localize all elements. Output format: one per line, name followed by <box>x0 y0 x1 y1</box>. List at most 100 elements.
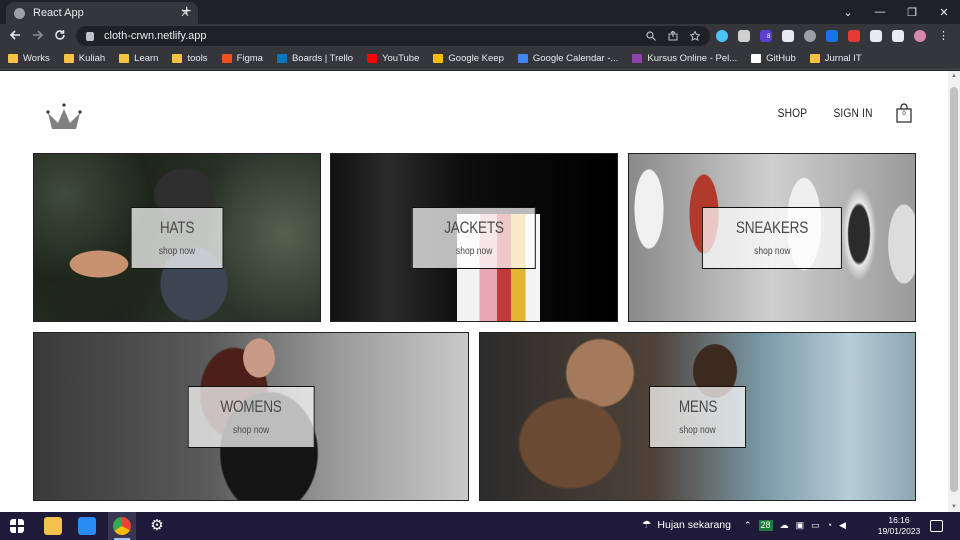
category-tile-jackets[interactable]: JACKETS shop now <box>330 153 618 322</box>
bookmark-label: Works <box>23 53 50 64</box>
bookmark-item[interactable]: Works <box>8 53 50 64</box>
extension-react-icon[interactable] <box>716 30 728 42</box>
extension-vue-icon[interactable] <box>738 30 750 42</box>
bookmark-item[interactable]: Kuliah <box>63 53 106 64</box>
category-overlay: SNEAKERS shop now <box>701 206 843 269</box>
battery-icon[interactable]: ▭ <box>811 520 820 531</box>
extension-docs-icon[interactable] <box>826 30 838 42</box>
scroll-down-arrow-icon[interactable]: ▼ <box>951 504 957 510</box>
category-tile-mens[interactable]: MENS shop now <box>479 332 916 501</box>
bookmark-item[interactable]: Learn <box>119 53 158 64</box>
bookmark-label: Google Calendar -... <box>532 53 619 64</box>
category-tile-hats[interactable]: HATS shop now <box>33 153 321 322</box>
extension-record-icon[interactable] <box>804 30 816 42</box>
scrollbar-thumb[interactable] <box>950 87 958 492</box>
category-subtitle: shop now <box>679 425 716 436</box>
bookmark-label: Kuliah <box>78 53 106 64</box>
wifi-icon[interactable]: ◔ <box>827 520 832 531</box>
back-arrow-icon[interactable] <box>9 28 21 44</box>
onedrive-cloud-icon[interactable]: ☁ <box>780 520 789 531</box>
browser-tab-strip: React App ✕ + ⌄ — ❐ ✕ <box>0 0 960 24</box>
settings-gear-icon[interactable]: ⚙ <box>148 517 166 535</box>
bookmark-item[interactable]: GitHub <box>751 53 796 64</box>
folder-icon <box>172 54 183 63</box>
youtube-icon <box>367 54 378 63</box>
bookmark-item[interactable]: tools <box>172 53 208 64</box>
bookmark-item[interactable]: Kursus Online - Pel... <box>632 53 737 64</box>
bookmark-star-icon[interactable] <box>690 31 700 41</box>
tray-badge[interactable]: 28 <box>758 520 773 531</box>
address-bar[interactable]: cloth-crwn.netlify.app <box>76 26 710 46</box>
category-subtitle: shop now <box>232 425 270 436</box>
file-explorer-icon[interactable] <box>44 517 62 535</box>
nav-sign-in-link[interactable]: SIGN IN <box>833 106 872 120</box>
bookmark-label: YouTube <box>382 53 420 64</box>
crown-logo[interactable] <box>44 101 84 133</box>
bookmark-label: Google Keep <box>448 53 504 64</box>
bookmark-label: GitHub <box>766 53 796 64</box>
trello-icon <box>276 54 287 63</box>
profile-avatar[interactable] <box>914 30 926 42</box>
new-tab-button[interactable]: + <box>182 3 191 21</box>
category-title: HATS <box>159 218 195 237</box>
category-overlay: MENS shop now <box>648 385 747 448</box>
scroll-up-arrow-icon[interactable]: ▲ <box>951 73 957 79</box>
extensions-puzzle-icon[interactable] <box>870 30 882 42</box>
category-overlay: HATS shop now <box>130 206 224 269</box>
category-tile-womens[interactable]: WOMENS shop now <box>33 332 469 501</box>
restore-button[interactable]: ❐ <box>896 6 928 19</box>
folder-icon <box>809 54 820 63</box>
camera-icon[interactable]: ▣ <box>796 520 805 531</box>
header-nav: SHOP SIGN IN 0 <box>775 103 912 123</box>
figma-icon <box>221 54 232 63</box>
bookmark-item[interactable]: Google Calendar -... <box>517 53 619 64</box>
extension-mm-icon[interactable] <box>848 30 860 42</box>
category-title: WOMENS <box>220 397 282 416</box>
side-panel-icon[interactable] <box>892 30 904 42</box>
notification-icon[interactable] <box>930 520 943 532</box>
browser-tab[interactable]: React App ✕ <box>6 2 198 24</box>
cart-icon[interactable]: 0 <box>896 103 912 123</box>
category-subtitle: shop now <box>753 246 791 257</box>
share-icon[interactable] <box>668 31 678 41</box>
tab-search-icon[interactable]: ⌄ <box>832 6 864 19</box>
extension-window-icon[interactable] <box>782 30 794 42</box>
category-subtitle: shop now <box>158 246 196 257</box>
url-text: cloth-crwn.netlify.app <box>104 30 207 42</box>
category-title: SNEAKERS <box>735 218 809 237</box>
bookmark-label: Boards | Trello <box>291 53 354 64</box>
page-scrollbar[interactable]: ▲ ▼ <box>948 71 960 512</box>
category-subtitle: shop now <box>455 246 493 257</box>
tray-chevron-icon[interactable]: ⌃ <box>744 520 752 531</box>
nav-shop-link[interactable]: SHOP <box>778 106 808 120</box>
clock-date: 19/01/2023 <box>877 526 921 536</box>
kebab-menu-icon[interactable]: ⋮ <box>938 30 949 42</box>
chrome-icon[interactable] <box>113 517 131 535</box>
system-tray: ⌃ 28 ☁ ▣ ▭ ◔ ◀ <box>744 520 846 531</box>
cart-count: 0 <box>902 111 906 117</box>
window-controls: ⌄ — ❐ ✕ <box>832 0 960 24</box>
bookmark-label: tools <box>187 53 208 64</box>
weather-widget[interactable]: ☂ Hujan sekarang <box>642 519 731 531</box>
bookmark-item[interactable]: Boards | Trello <box>276 53 354 64</box>
vscode-icon[interactable] <box>78 517 96 535</box>
forward-arrow-icon[interactable] <box>32 28 44 44</box>
reload-icon[interactable] <box>54 28 66 44</box>
close-window-button[interactable]: ✕ <box>928 6 960 19</box>
volume-icon[interactable]: ◀ <box>839 520 846 531</box>
clock-time: 16:16 <box>888 515 910 525</box>
bookmark-item[interactable]: Google Keep <box>433 53 504 64</box>
bookmark-item[interactable]: Figma <box>221 53 263 64</box>
system-clock[interactable]: 16:16 19/01/2023 <box>870 515 928 537</box>
bookmark-item[interactable]: YouTube <box>367 53 419 64</box>
folder-icon <box>119 54 130 63</box>
zoom-search-icon[interactable] <box>646 31 656 41</box>
category-title: MENS <box>678 397 717 416</box>
category-tile-sneakers[interactable]: SNEAKERS shop now <box>628 153 916 322</box>
extension-badge-icon[interactable]: 8 <box>760 30 772 42</box>
bookmark-label: Learn <box>134 53 159 64</box>
bookmark-item[interactable]: Jurnal IT <box>809 53 862 64</box>
windows-start-icon[interactable] <box>10 519 24 533</box>
globe-icon <box>14 7 25 19</box>
minimize-button[interactable]: — <box>864 6 896 18</box>
